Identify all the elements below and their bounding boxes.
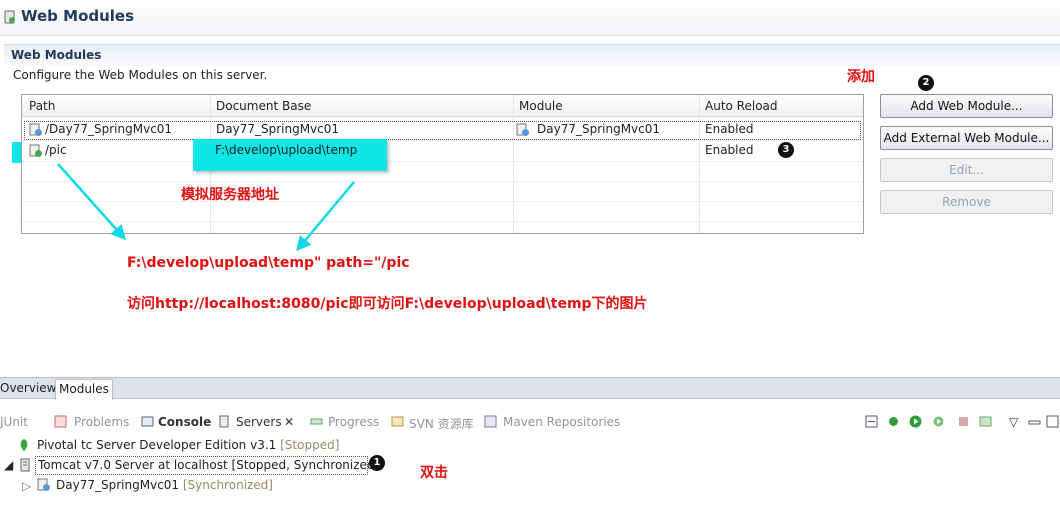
debug-icon[interactable] (887, 415, 900, 428)
editor-header: Web Modules (0, 0, 1060, 36)
pivotal-server-icon (20, 439, 28, 451)
maven-icon (484, 415, 497, 428)
add-web-module-button[interactable]: Add Web Module... (880, 94, 1053, 118)
server-state: [Stopped] (280, 438, 340, 452)
module-item[interactable]: Day77_SpringMvc01 [Synchronized] (56, 478, 273, 492)
annotation-badge-1: 1 (369, 455, 385, 471)
page-title: Web Modules (21, 7, 135, 25)
annotation-sim-server: 模拟服务器地址 (181, 187, 279, 203)
start-icon[interactable] (909, 415, 922, 428)
column-document-base[interactable]: Document Base (216, 99, 311, 113)
collapse-icon[interactable] (865, 415, 878, 428)
section-title: Web Modules (11, 48, 102, 62)
server-state: [Stopped, Synchronized] (231, 458, 380, 472)
web-module-icon (37, 478, 50, 491)
server-name: Tomcat v7.0 Server at localhost (38, 458, 228, 472)
expand-arrow-icon[interactable]: ◢ (4, 458, 13, 472)
tab-modules[interactable]: Modules (55, 379, 113, 400)
annotation-badge-3: 3 (778, 142, 794, 158)
collapse-arrow-icon[interactable]: ▷ (22, 479, 31, 493)
annotation-access-url: 访问http://localhost:8080/pic即可访问F:\develo… (127, 296, 648, 312)
minimize-icon[interactable] (1028, 415, 1041, 428)
server-item-tomcat[interactable]: Tomcat v7.0 Server at localhost [Stopped… (38, 458, 379, 472)
column-auto-reload[interactable]: Auto Reload (705, 99, 778, 113)
tab-maven[interactable]: Maven Repositories (503, 415, 620, 429)
column-divider (513, 95, 514, 233)
column-divider (699, 95, 700, 233)
edit-button[interactable]: Edit... (880, 158, 1053, 182)
web-modules-table[interactable]: Path Document Base Module Auto Reload /D… (21, 94, 864, 234)
web-module-icon (516, 123, 529, 136)
row-divider (22, 181, 863, 182)
row1-path[interactable]: /Day77_SpringMvc01 (45, 122, 172, 136)
tab-servers[interactable]: Servers (236, 415, 282, 429)
progress-icon (310, 418, 323, 425)
server-name: Pivotal tc Server Developer Edition v3.1 (37, 438, 277, 452)
publish-icon[interactable] (979, 415, 992, 428)
row1-document-base: Day77_SpringMvc01 (216, 122, 340, 136)
views-toolbar: JUnit Problems Console Servers ✕ Progres… (0, 410, 1060, 434)
remove-button[interactable]: Remove (880, 190, 1053, 214)
tab-overview[interactable]: Overview (0, 381, 57, 395)
close-icon[interactable]: ✕ (284, 415, 294, 429)
tomcat-server-icon (20, 458, 30, 472)
row1-auto-reload: Enabled (705, 122, 754, 136)
add-external-web-module-button[interactable]: Add External Web Module... (880, 126, 1053, 150)
tab-problems[interactable]: Problems (74, 415, 129, 429)
annotation-badge-2: 2 (918, 75, 934, 91)
row-divider (22, 201, 863, 202)
maximize-icon[interactable] (1046, 415, 1059, 428)
web-module-icon (29, 123, 42, 136)
editor-tabs: Overview Modules (0, 377, 1060, 400)
annotation-path-mapping: F:\develop\upload\temp" path="/pic (127, 255, 410, 271)
section-header (4, 44, 1060, 66)
section-description: Configure the Web Modules on this server… (13, 68, 268, 82)
module-state: [Synchronized] (182, 478, 273, 492)
tab-progress[interactable]: Progress (328, 415, 379, 429)
row2-document-base: F:\develop\upload\temp (215, 143, 358, 157)
console-icon (141, 416, 154, 427)
tab-console[interactable]: Console (158, 415, 211, 429)
view-menu-icon[interactable]: ▽ (1009, 415, 1018, 429)
row1-module: Day77_SpringMvc01 (537, 122, 661, 136)
annotation-double-click: 双击 (420, 465, 448, 481)
row2-auto-reload: Enabled (705, 143, 754, 157)
svn-icon (391, 416, 404, 427)
row2-path[interactable]: /pic (45, 143, 67, 157)
row-divider (22, 161, 863, 162)
stop-icon[interactable] (957, 415, 970, 428)
server-icon (4, 10, 15, 24)
server-item-pivotal[interactable]: Pivotal tc Server Developer Edition v3.1… (37, 438, 339, 452)
servers-icon (219, 415, 229, 428)
web-module-icon (29, 144, 42, 157)
row-divider (22, 140, 863, 141)
column-module[interactable]: Module (519, 99, 563, 113)
problems-icon (54, 415, 67, 428)
tab-svn[interactable]: SVN 资源库 (409, 415, 474, 432)
row-divider (22, 221, 863, 222)
annotation-add: 添加 (847, 69, 875, 85)
column-path[interactable]: Path (29, 99, 55, 113)
module-name: Day77_SpringMvc01 (56, 478, 180, 492)
profile-icon[interactable] (932, 415, 945, 428)
tab-junit[interactable]: JUnit (0, 415, 28, 429)
